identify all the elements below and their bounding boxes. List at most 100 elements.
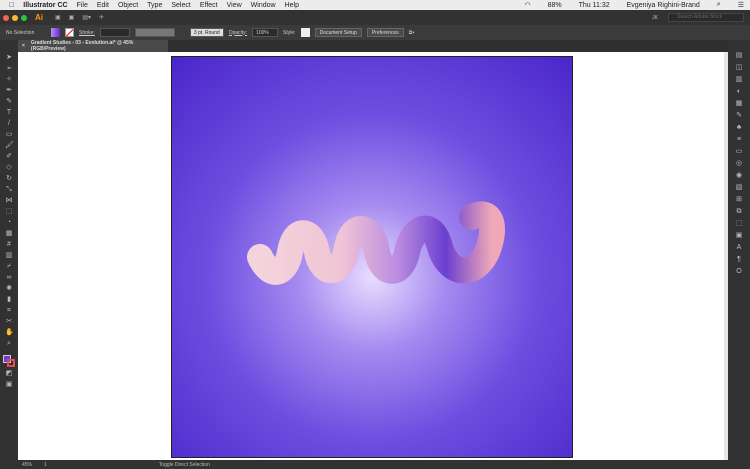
menu-select[interactable]: Select xyxy=(171,2,190,9)
spotlight-icon[interactable]: ⌕ xyxy=(717,1,721,9)
notification-icon[interactable]: ☰ xyxy=(738,1,744,9)
brushes-panel-icon[interactable]: ✎ xyxy=(735,112,743,120)
type-tool-icon[interactable]: T xyxy=(5,109,13,117)
graphic-styles-panel-icon[interactable]: ▧ xyxy=(735,184,743,192)
zoom-window-button[interactable] xyxy=(21,14,27,21)
eyedropper-tool-icon[interactable]: ⌿ xyxy=(5,263,13,271)
swatches-panel-icon[interactable]: ▦ xyxy=(735,100,743,108)
variable-width-profile[interactable] xyxy=(134,28,175,37)
artboard-tool-icon[interactable]: ⌗ xyxy=(5,307,13,315)
zoom-level[interactable]: 45% xyxy=(22,462,32,468)
application-bar: Ai ▣ ▣ ▤▾ ✈ JK Search Adobe Stock xyxy=(0,10,750,25)
stock-icon[interactable]: ▣ xyxy=(69,14,75,21)
canvas[interactable] xyxy=(18,52,724,460)
battery-percent[interactable]: 88% xyxy=(548,2,562,9)
menu-file[interactable]: File xyxy=(77,2,88,9)
arrange-icon[interactable]: ⧉▾ xyxy=(409,30,415,36)
bridge-icon[interactable]: ▣ xyxy=(55,14,61,21)
screen-mode-icon[interactable]: ▣ xyxy=(5,381,13,389)
scale-tool-icon[interactable]: ⤡ xyxy=(5,186,13,194)
fill-swatch[interactable] xyxy=(51,28,60,37)
workspace-switcher[interactable]: JK xyxy=(652,15,658,21)
stroke-label[interactable]: Stroke: xyxy=(79,30,95,36)
artboard[interactable] xyxy=(171,56,573,458)
layers-panel-icon[interactable]: ◫ xyxy=(735,64,743,72)
fill-stroke-control[interactable] xyxy=(3,355,15,367)
menu-edit[interactable]: Edit xyxy=(97,2,109,9)
document-setup-button[interactable]: Document Setup xyxy=(314,28,362,37)
column-graph-tool-icon[interactable]: ▮ xyxy=(5,296,13,304)
free-transform-tool-icon[interactable]: ⬚ xyxy=(5,208,13,216)
control-bar: No Selection Stroke: 3 pt. Round Opacity… xyxy=(0,25,750,40)
rotate-tool-icon[interactable]: ↻ xyxy=(5,175,13,183)
close-tab-icon[interactable]: × xyxy=(22,43,25,49)
properties-panel-icon[interactable]: ▤ xyxy=(735,52,743,60)
direct-selection-tool-icon[interactable]: ➢ xyxy=(5,65,13,73)
squiggle-path[interactable] xyxy=(247,201,505,285)
slice-tool-icon[interactable]: ✂ xyxy=(5,318,13,326)
menu-window[interactable]: Window xyxy=(251,2,276,9)
character-panel-icon[interactable]: A xyxy=(735,244,743,252)
opacity-input[interactable]: 100% xyxy=(252,28,279,37)
menu-object[interactable]: Object xyxy=(118,2,138,9)
blend-tool-icon[interactable]: ∞ xyxy=(5,274,13,282)
selection-tool-icon[interactable]: ➤ xyxy=(5,54,13,62)
close-window-button[interactable] xyxy=(3,14,9,21)
stroke-color-icon[interactable] xyxy=(7,359,15,367)
menu-view[interactable]: View xyxy=(227,2,242,9)
libraries-panel-icon[interactable]: ▥ xyxy=(735,76,743,84)
transform-panel-icon[interactable]: ⬚ xyxy=(735,220,743,228)
apple-icon[interactable]:  xyxy=(9,2,14,9)
arrange-documents-icon[interactable]: ▤▾ xyxy=(82,14,91,21)
paintbrush-tool-icon[interactable]: 🖌 xyxy=(5,142,14,150)
user-name[interactable]: Evgeniya Righini-Brand xyxy=(627,2,700,9)
menu-app[interactable]: Illustrator CC xyxy=(23,2,67,9)
zoom-tool-icon[interactable]: ⌕ xyxy=(5,340,13,348)
style-swatch[interactable] xyxy=(300,28,310,37)
status-tool-text[interactable]: Toggle Direct Selection xyxy=(159,462,210,468)
menu-type[interactable]: Type xyxy=(147,2,162,9)
width-tool-icon[interactable]: ⋈ xyxy=(5,197,13,205)
perspective-grid-tool-icon[interactable]: ▦ xyxy=(5,230,13,238)
wifi-icon[interactable]: ◠ xyxy=(525,1,531,9)
align-panel-icon[interactable]: ⊞ xyxy=(735,196,743,204)
magic-wand-tool-icon[interactable]: ✧ xyxy=(5,76,13,84)
symbol-sprayer-tool-icon[interactable]: ✺ xyxy=(5,285,13,293)
pathfinder-panel-icon[interactable]: ⧉ xyxy=(735,208,743,216)
preferences-button[interactable]: Preferences xyxy=(366,28,404,37)
mesh-tool-icon[interactable]: # xyxy=(5,241,13,249)
drawing-modes-icon[interactable]: ◩ xyxy=(5,370,13,378)
eraser-tool-icon[interactable]: ◇ xyxy=(5,164,13,172)
brush-dropdown[interactable]: 3 pt. Round xyxy=(189,28,224,37)
pen-tool-icon[interactable]: ✒ xyxy=(5,87,13,95)
menu-effect[interactable]: Effect xyxy=(200,2,218,9)
rectangle-tool-icon[interactable]: ▭ xyxy=(5,131,13,139)
menu-help[interactable]: Help xyxy=(285,2,299,9)
gradient-panel-icon[interactable]: ▭ xyxy=(735,148,743,156)
stroke-weight-input[interactable] xyxy=(99,28,130,37)
transparency-panel-icon[interactable]: ◎ xyxy=(735,160,743,168)
pencil-tool-icon[interactable]: ✐ xyxy=(5,153,13,161)
search-stock-input[interactable]: Search Adobe Stock xyxy=(668,13,744,22)
gradient-tool-icon[interactable]: ▥ xyxy=(5,252,13,260)
gradient-squiggle-artwork[interactable] xyxy=(172,57,574,459)
line-tool-icon[interactable]: / xyxy=(5,120,13,128)
curvature-tool-icon[interactable]: ✎ xyxy=(5,98,13,106)
paragraph-panel-icon[interactable]: ¶ xyxy=(735,256,743,264)
opentype-panel-icon[interactable]: O xyxy=(735,268,743,276)
stroke-swatch[interactable] xyxy=(65,28,74,37)
gpu-performance-icon[interactable]: ✈ xyxy=(99,14,104,21)
appearance-panel-icon[interactable]: ◉ xyxy=(735,172,743,180)
clock[interactable]: Thu 11:32 xyxy=(579,2,610,9)
stroke-panel-icon[interactable]: ≡ xyxy=(735,136,743,144)
shape-builder-tool-icon[interactable]: ◔ xyxy=(5,219,13,227)
artboards-panel-icon[interactable]: ▣ xyxy=(735,232,743,240)
style-label: Style: xyxy=(283,29,296,36)
document-tab[interactable]: × Gradient Studies - 03 - Evolution.ai* … xyxy=(18,40,168,52)
artboard-navigation[interactable]: 1 xyxy=(44,462,47,468)
symbols-panel-icon[interactable]: ♣ xyxy=(735,124,743,132)
opacity-label[interactable]: Opacity: xyxy=(229,30,247,36)
minimize-window-button[interactable] xyxy=(12,14,18,21)
color-panel-icon[interactable]: ◐ xyxy=(735,88,743,96)
hand-tool-icon[interactable]: ✋ xyxy=(5,329,14,337)
